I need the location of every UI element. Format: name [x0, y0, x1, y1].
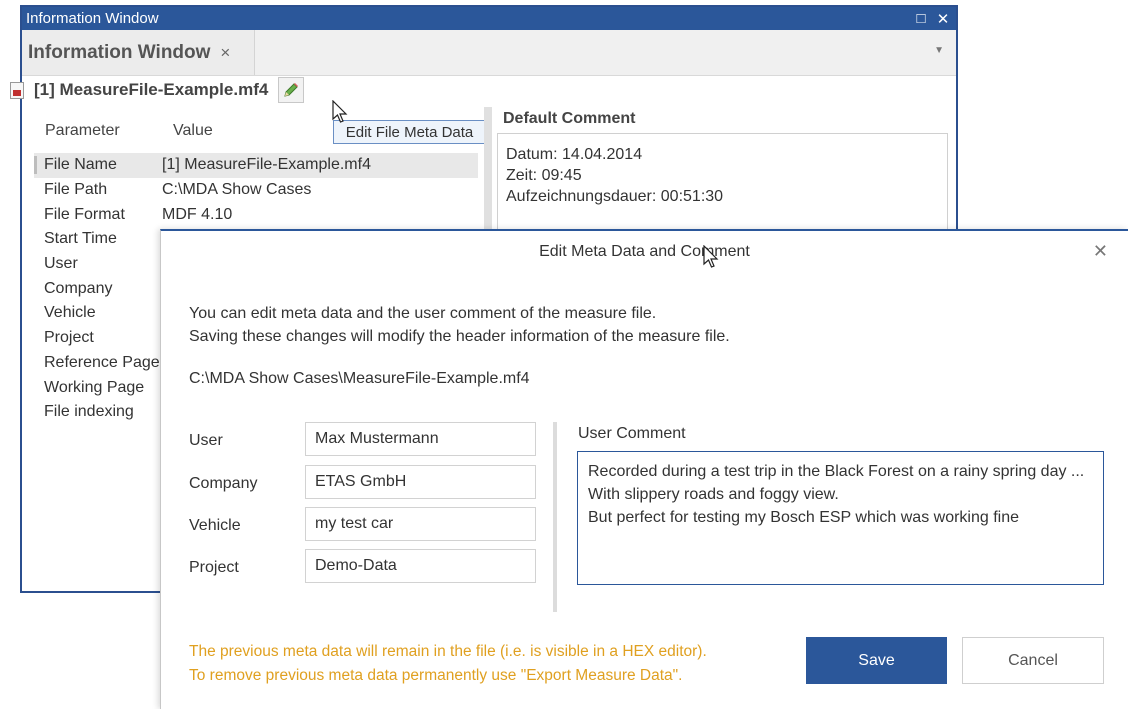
default-comment-line: Aufzeichnungsdauer: 00:51:30 [506, 188, 724, 205]
maximize-icon[interactable]: □ [912, 10, 930, 28]
warning-line: The previous meta data will remain in th… [189, 643, 707, 660]
save-button[interactable]: Save [806, 637, 947, 684]
parameter-value: [1] MeasureFile-Example.mf4 [162, 156, 371, 174]
parameter-name: Reference Page [44, 353, 160, 371]
user-comment-label: User Comment [578, 425, 686, 442]
column-header-parameter: Parameter [45, 122, 120, 139]
parameter-name: Working Page [44, 378, 145, 396]
column-header-value: Value [173, 122, 213, 139]
default-comment-line: Zeit: 09:45 [506, 167, 582, 184]
warning-line: To remove previous meta data permanently… [189, 667, 683, 684]
tab-menu-icon[interactable]: ▼ [934, 45, 944, 56]
vehicle-input[interactable] [305, 507, 536, 541]
dialog-close-icon[interactable]: ✕ [1093, 241, 1108, 262]
table-row[interactable]: File Path C:\MDA Show Cases [34, 178, 478, 203]
description-line: You can edit meta data and the user comm… [189, 305, 657, 322]
project-input[interactable] [305, 549, 536, 583]
parameter-name: User [44, 255, 78, 273]
user-input[interactable] [305, 422, 536, 456]
edit-meta-data-tooltip: Edit File Meta Data [333, 120, 486, 144]
file-header-label: [1] MeasureFile-Example.mf4 [34, 80, 269, 99]
dialog-description: You can edit meta data and the user comm… [189, 302, 730, 348]
cancel-button[interactable]: Cancel [962, 637, 1104, 684]
parameter-name: File Name [34, 156, 162, 175]
user-comment-input[interactable]: Recorded during a test trip in the Black… [577, 451, 1104, 585]
file-header: [1] MeasureFile-Example.mf4 [10, 77, 305, 103]
window-titlebar: Information Window □ ✕ [22, 7, 956, 30]
company-input[interactable] [305, 465, 536, 499]
edit-meta-data-dialog: Edit Meta Data and Comment ✕ You can edi… [160, 229, 1128, 709]
dialog-splitter[interactable] [553, 422, 557, 612]
description-line: Saving these changes will modify the hea… [189, 328, 730, 345]
panel-splitter[interactable] [484, 107, 492, 237]
parameter-name: Start Time [44, 230, 117, 248]
parameter-name: File indexing [44, 403, 134, 421]
parameter-name: File Path [44, 181, 108, 199]
tab-label: Information Window [28, 41, 211, 63]
table-row[interactable]: File Format MDF 4.10 [34, 202, 478, 227]
company-label: Company [189, 475, 258, 492]
parameter-value: C:\MDA Show Cases [162, 181, 312, 199]
close-icon[interactable]: ✕ [934, 10, 952, 28]
dialog-title: Edit Meta Data and Comment [539, 243, 750, 260]
user-label: User [189, 432, 223, 449]
parameter-value: MDF 4.10 [162, 205, 233, 223]
project-label: Project [189, 559, 239, 576]
meta-data-warning: The previous meta data will remain in th… [189, 640, 707, 688]
edit-meta-data-button[interactable] [278, 77, 305, 103]
measure-file-path: C:\MDA Show Cases\MeasureFile-Example.mf… [189, 370, 530, 387]
default-comment-line: Datum: 14.04.2014 [506, 146, 643, 163]
table-row[interactable]: File Name [1] MeasureFile-Example.mf4 [34, 153, 478, 178]
tab-close-icon[interactable]: × [220, 43, 230, 63]
parameter-name: Vehicle [44, 304, 96, 322]
tab-strip: Information Window × ▼ [22, 30, 956, 76]
file-icon [10, 81, 24, 99]
window-title: Information Window [26, 10, 159, 27]
vehicle-label: Vehicle [189, 517, 241, 534]
parameter-name: Company [44, 279, 113, 297]
parameter-name: File Format [44, 205, 125, 223]
default-comment-label: Default Comment [503, 110, 636, 127]
tab-information-window[interactable]: Information Window × [22, 30, 255, 75]
pencil-icon [284, 83, 299, 97]
parameter-name: Project [44, 329, 94, 347]
